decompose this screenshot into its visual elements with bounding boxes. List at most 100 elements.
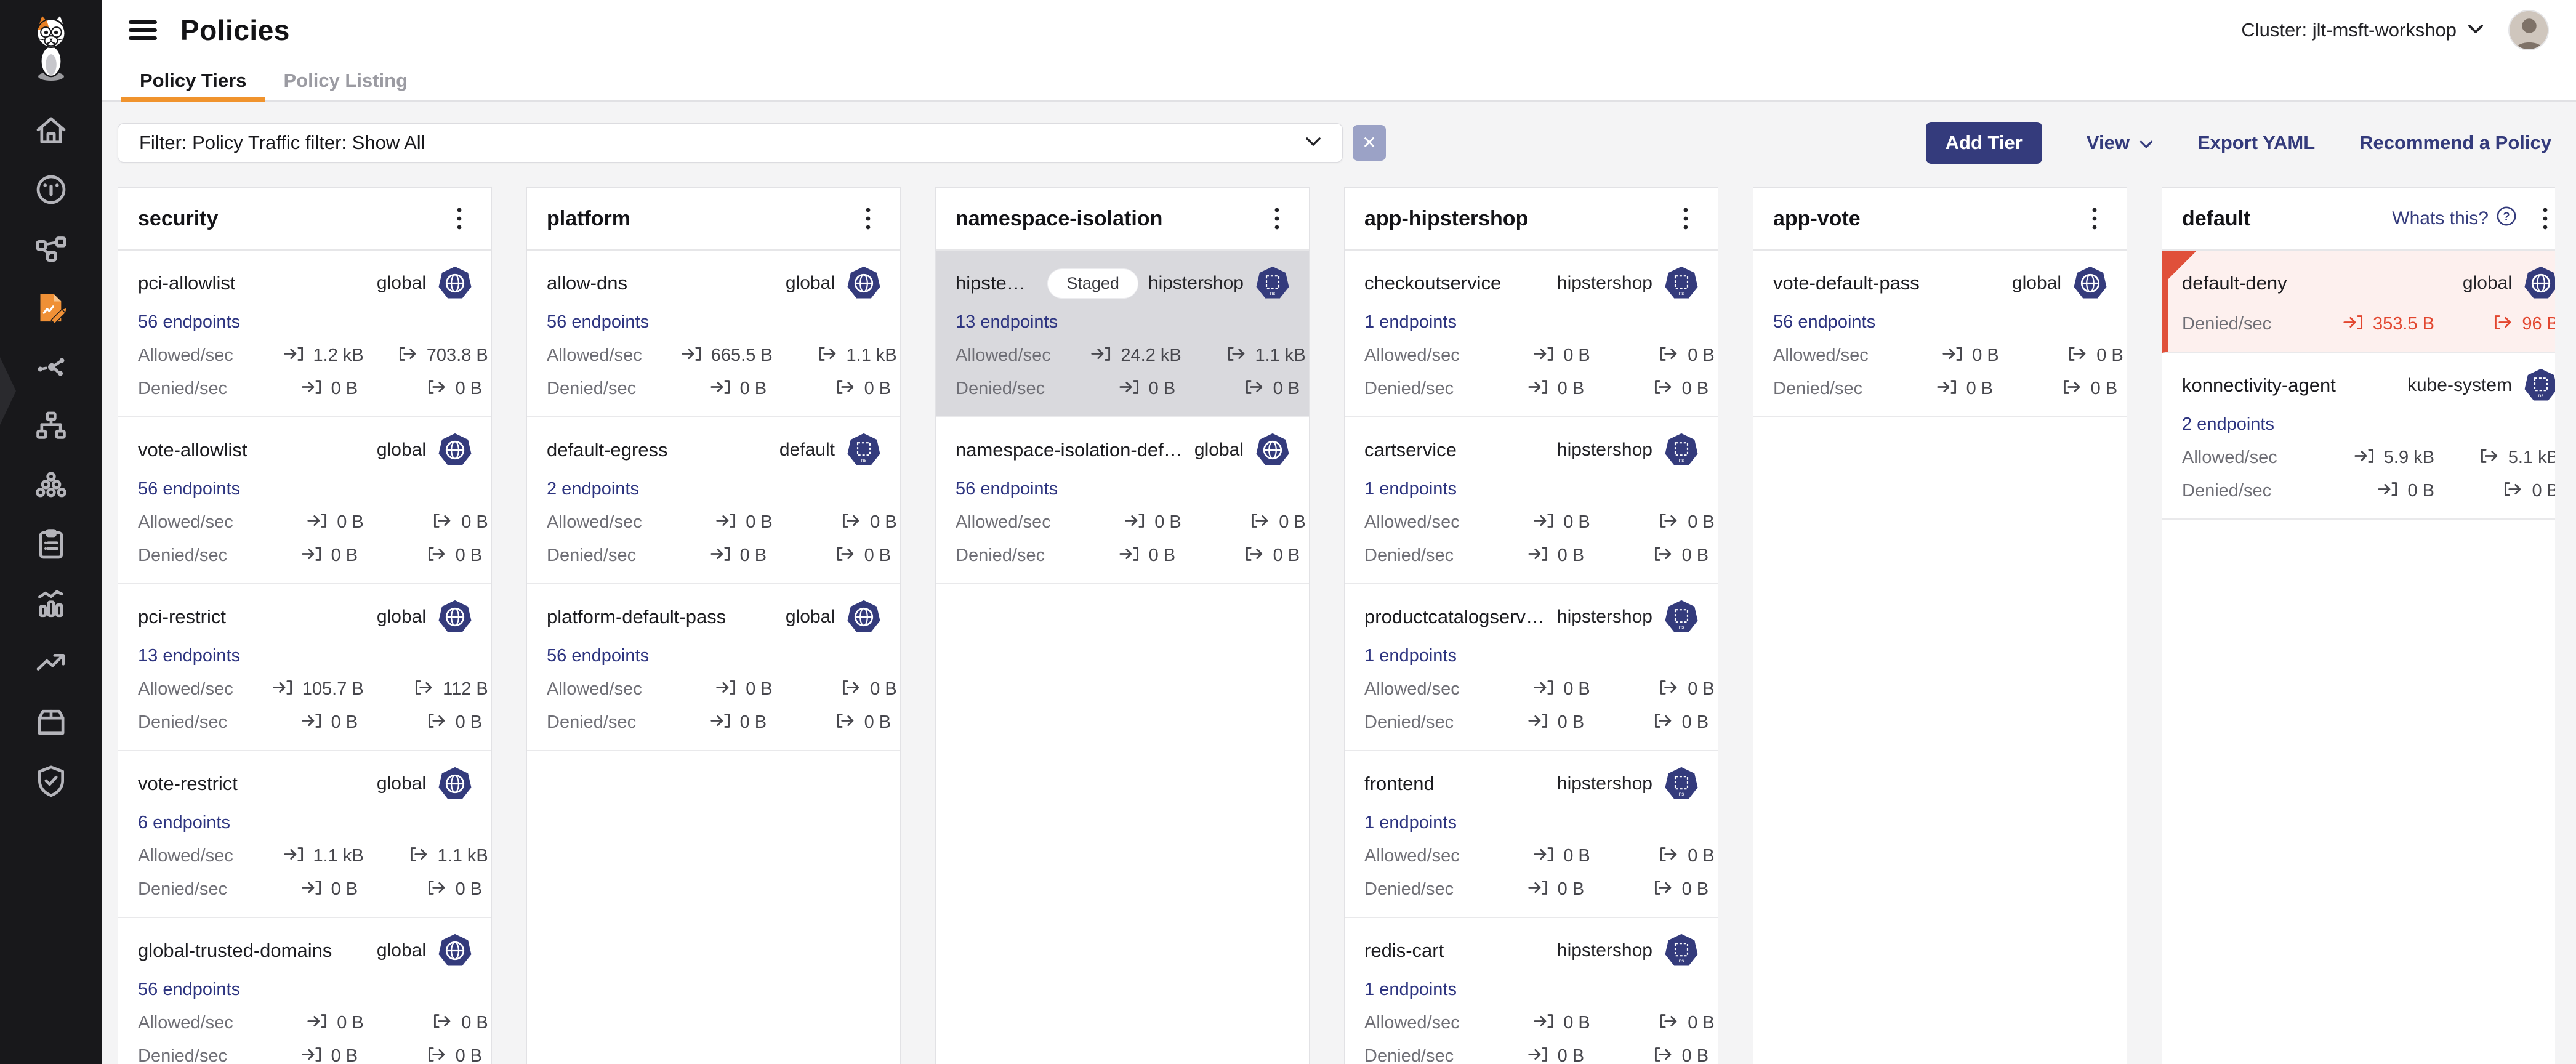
policy-card-default-deny[interactable]: default-denyglobal Denied/sec 353.5 B 96…	[2162, 251, 2555, 353]
policies-icon[interactable]	[22, 278, 81, 337]
tier-title: app-vote	[1773, 207, 1861, 231]
endpoints-link[interactable]: 2 endpoints	[547, 479, 639, 499]
view-button[interactable]: View	[2087, 132, 2153, 154]
user-avatar[interactable]	[2508, 10, 2549, 50]
metric-row: Denied/sec 353.5 B 96 B	[2182, 313, 2555, 334]
dashboard-icon[interactable]	[22, 160, 81, 219]
hierarchy-icon[interactable]	[22, 397, 81, 456]
policy-card-frontend[interactable]: frontendhipstershopns1 endpoints Allowed…	[1345, 751, 1718, 918]
endpoints-link[interactable]: 56 endpoints	[138, 312, 240, 332]
policy-card-namespace-isolation-default-p[interactable]: namespace-isolation-default-p…global56 e…	[936, 417, 1309, 584]
egress-arrow-icon	[425, 712, 448, 733]
ingress-value: 0 B	[331, 546, 358, 566]
shield-check-icon[interactable]	[22, 751, 81, 810]
policy-card-cartservice[interactable]: cartservicehipstershopns1 endpoints Allo…	[1345, 417, 1718, 584]
policy-name: platform-default-pass	[547, 606, 726, 628]
scope-label: global	[2463, 273, 2512, 294]
policy-card-vote-allowlist[interactable]: vote-allowlistglobal56 endpoints Allowed…	[118, 417, 491, 584]
ingress-arrow-icon	[301, 1046, 324, 1064]
clusters-icon[interactable]	[22, 456, 81, 515]
egress-arrow-icon	[1652, 1046, 1675, 1064]
policy-card-platform-default-pass[interactable]: platform-default-passglobal56 endpoints …	[527, 584, 900, 751]
policy-card-pci-restrict[interactable]: pci-restrictglobal13 endpoints Allowed/s…	[118, 584, 491, 751]
tab-policy-tiers[interactable]: Policy Tiers	[121, 60, 265, 100]
tier-menu-button[interactable]	[447, 204, 472, 233]
export-yaml-button[interactable]: Export YAML	[2197, 132, 2315, 154]
egress-value: 0 B	[1273, 546, 1300, 566]
tier-menu-button[interactable]	[856, 204, 880, 233]
endpoints-link[interactable]: 56 endpoints	[547, 646, 649, 666]
tab-bar: Policy Tiers Policy Listing	[102, 60, 2576, 102]
endpoints-link[interactable]: 1 endpoints	[1364, 813, 1457, 833]
tier-menu-button[interactable]	[2533, 204, 2555, 233]
tab-policy-listing[interactable]: Policy Listing	[265, 60, 426, 100]
ingress-value: 0 B	[1154, 512, 1181, 533]
policy-card-default-egress[interactable]: default-egressdefaultns2 endpoints Allow…	[527, 417, 900, 584]
ingress-value: 0 B	[331, 1046, 358, 1064]
policy-card-vote-restrict[interactable]: vote-restrictglobal6 endpoints Allowed/s…	[118, 751, 491, 918]
add-tier-button[interactable]: Add Tier	[1926, 122, 2042, 164]
scope-label: global	[377, 773, 426, 794]
tier-menu-button[interactable]	[1673, 204, 1698, 233]
endpoints-link[interactable]: 13 endpoints	[956, 312, 1058, 332]
policy-card-checkoutservice[interactable]: checkoutservicehipstershopns1 endpoints …	[1345, 251, 1718, 417]
endpoints-link[interactable]: 1 endpoints	[1364, 479, 1457, 499]
svg-text:ns: ns	[1679, 291, 1684, 296]
report-icon[interactable]	[22, 515, 81, 574]
main-area: Policies Cluster: jlt-msft-workshop Poli…	[102, 0, 2576, 1064]
policy-name: checkoutservice	[1364, 272, 1501, 294]
policy-card-hipstershop-gh[interactable]: hipstershop-gh…Stagedhipstershopns13 end…	[936, 251, 1309, 417]
egress-arrow-icon	[425, 879, 448, 900]
endpoints-link[interactable]: 6 endpoints	[138, 813, 230, 833]
app-root: Policies Cluster: jlt-msft-workshop Poli…	[0, 0, 2576, 1064]
svg-text:?: ?	[2503, 210, 2510, 223]
namespace-icon: ns	[1664, 599, 1699, 635]
hamburger-menu-icon[interactable]	[126, 17, 159, 44]
endpoints-link[interactable]: 56 endpoints	[138, 980, 240, 1000]
endpoints-link[interactable]: 56 endpoints	[1773, 312, 1875, 332]
metric-row: Allowed/sec 0 B 0 B	[956, 512, 1290, 533]
policy-card-productcatalogservice[interactable]: productcatalogservicehipstershopns1 endp…	[1345, 584, 1718, 751]
stats-icon[interactable]	[22, 574, 81, 633]
endpoints-link[interactable]: 56 endpoints	[138, 479, 240, 499]
metric-row: Allowed/sec 0 B 0 B	[547, 679, 882, 699]
endpoints-link[interactable]: 1 endpoints	[1364, 980, 1457, 1000]
metric-label: Allowed/sec	[138, 846, 233, 866]
egress-arrow-icon	[840, 512, 863, 533]
tier-header: app-hipstershop	[1345, 188, 1718, 251]
policy-card-vote-default-pass[interactable]: vote-default-passglobal56 endpoints Allo…	[1753, 251, 2127, 417]
endpoints-link[interactable]: 2 endpoints	[2182, 414, 2274, 435]
tier-title: platform	[547, 207, 630, 231]
policy-card-redis-cart[interactable]: redis-carthipstershopns1 endpoints Allow…	[1345, 918, 1718, 1064]
endpoints-link[interactable]: 56 endpoints	[956, 479, 1058, 499]
clear-filter-button[interactable]: ✕	[1353, 125, 1386, 161]
metric-row: Denied/sec 0 B 0 B	[138, 712, 473, 733]
whats-this-link[interactable]: Whats this??	[2392, 206, 2517, 232]
endpoints-link[interactable]: 56 endpoints	[547, 312, 649, 332]
ingress-arrow-icon	[681, 345, 704, 366]
globe-icon	[437, 432, 473, 468]
tier-menu-button[interactable]	[1265, 204, 1289, 233]
egress-value: 0 B	[456, 379, 483, 399]
egress-value: 0 B	[864, 546, 892, 566]
tier-menu-button[interactable]	[2082, 204, 2107, 233]
endpoints-link[interactable]: 1 endpoints	[1364, 312, 1457, 332]
package-icon[interactable]	[22, 692, 81, 751]
policy-card-konnectivity-agent[interactable]: konnectivity-agentkube-systemns2 endpoin…	[2162, 353, 2555, 520]
recommend-policy-button[interactable]: Recommend a Policy	[2359, 132, 2551, 154]
home-icon[interactable]	[22, 101, 81, 160]
egress-arrow-icon	[1657, 345, 1680, 366]
ingress-arrow-icon	[710, 712, 733, 733]
endpoints-link[interactable]: 1 endpoints	[1364, 646, 1457, 666]
egress-arrow-icon	[834, 545, 857, 566]
policy-card-allow-dns[interactable]: allow-dnsglobal56 endpoints Allowed/sec …	[527, 251, 900, 417]
service-graph-icon[interactable]	[22, 219, 81, 278]
endpoints-link[interactable]: 13 endpoints	[138, 646, 240, 666]
cluster-selector[interactable]: Cluster: jlt-msft-workshop	[2241, 19, 2484, 41]
policy-traffic-filter-select[interactable]: Filter: Policy Traffic filter: Show All	[118, 123, 1343, 163]
policy-card-pci-allowlist[interactable]: pci-allowlistglobal56 endpoints Allowed/…	[118, 251, 491, 417]
policy-card-global-trusted-domains[interactable]: global-trusted-domainsglobal56 endpoints…	[118, 918, 491, 1064]
flow-viz-icon[interactable]	[22, 337, 81, 397]
trend-up-icon[interactable]	[22, 633, 81, 692]
ingress-arrow-icon	[1533, 679, 1556, 699]
